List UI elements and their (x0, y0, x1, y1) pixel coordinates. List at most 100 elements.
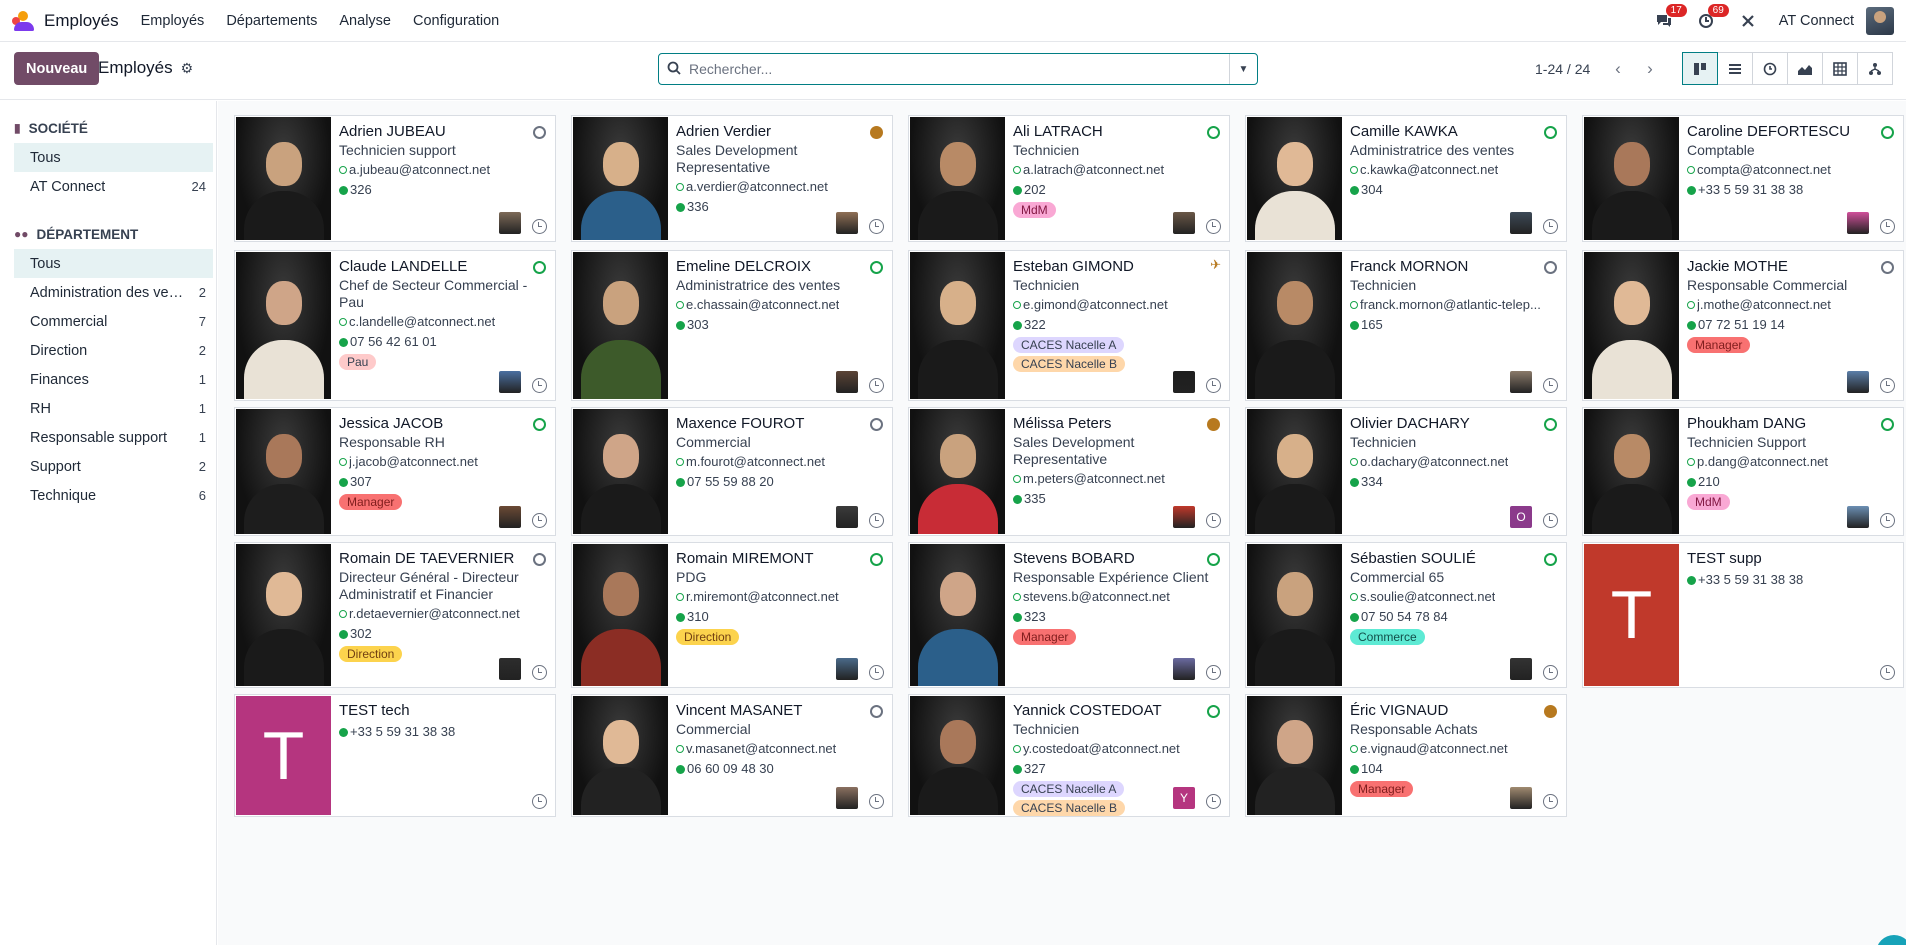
tools-icon[interactable] (1737, 10, 1759, 32)
pivot-view-icon[interactable] (1822, 52, 1858, 85)
employee-email[interactable]: c.landelle@atconnect.net (339, 313, 547, 331)
employee-card[interactable]: T TEST supp +33 5 59 31 38 38 (1582, 542, 1904, 688)
employee-card[interactable]: Camille KAWKA Administratrice des ventes c… (1245, 115, 1567, 242)
employee-phone[interactable]: 310 (676, 608, 884, 626)
search-input[interactable] (689, 61, 1229, 77)
manager-avatar[interactable] (836, 658, 858, 680)
employee-phone[interactable]: 104 (1350, 760, 1558, 778)
employee-email[interactable]: c.kawka@atconnect.net (1350, 161, 1558, 179)
employee-phone[interactable]: +33 5 59 31 38 38 (1687, 181, 1895, 199)
manager-avatar[interactable] (499, 212, 521, 234)
activity-clock-icon[interactable] (1206, 219, 1221, 234)
employee-email[interactable]: j.mothe@atconnect.net (1687, 296, 1895, 314)
employee-email[interactable]: r.detaevernier@atconnect.net (339, 605, 547, 623)
employee-phone[interactable]: 303 (676, 316, 884, 334)
list-view-icon[interactable] (1717, 52, 1753, 85)
activity-clock-icon[interactable] (869, 378, 884, 393)
employee-phone[interactable]: 323 (1013, 608, 1221, 626)
activity-clock-icon[interactable] (1880, 513, 1895, 528)
employee-phone[interactable]: 210 (1687, 473, 1895, 491)
pager-value[interactable]: 1-24 / 24 (1535, 61, 1590, 77)
manager-avatar[interactable] (1510, 658, 1532, 680)
employee-email[interactable]: a.jubeau@atconnect.net (339, 161, 547, 179)
employee-phone[interactable]: 165 (1350, 316, 1558, 334)
activity-clock-icon[interactable] (1206, 378, 1221, 393)
department-filter-support[interactable]: Support 2 (0, 452, 216, 481)
employee-card[interactable]: Olivier DACHARY Technicien o.dachary@atcon… (1245, 407, 1567, 536)
employee-card[interactable]: Franck MORNON Technicien franck.mornon@atl… (1245, 250, 1567, 401)
manager-avatar[interactable] (836, 506, 858, 528)
department-filter-administration[interactable]: Administration des ventes 2 (0, 278, 216, 307)
employee-card[interactable]: Stevens BOBARD Responsable Expérience Cli… (908, 542, 1230, 688)
employee-email[interactable]: s.soulie@atconnect.net (1350, 588, 1558, 606)
manager-avatar[interactable] (499, 371, 521, 393)
manager-avatar[interactable] (1510, 787, 1532, 809)
new-button[interactable]: Nouveau (14, 52, 100, 85)
department-filter-rh[interactable]: RH 1 (0, 394, 216, 423)
activity-clock-icon[interactable] (869, 794, 884, 809)
employee-card[interactable]: Éric VIGNAUD Responsable Achats e.vignaud@… (1245, 694, 1567, 817)
chat-icon[interactable]: 17 (1653, 4, 1687, 32)
menu-departements[interactable]: Départements (226, 13, 317, 29)
activity-clock-icon[interactable] (869, 665, 884, 680)
employee-phone[interactable]: 327 (1013, 760, 1221, 778)
manager-avatar[interactable]: O (1510, 506, 1532, 528)
employee-email[interactable]: m.peters@atconnect.net (1013, 470, 1221, 488)
activity-clock-icon[interactable] (1543, 378, 1558, 393)
activity-clock-icon[interactable] (532, 378, 547, 393)
department-filter-all[interactable]: Tous (14, 249, 213, 278)
employee-card[interactable]: Emeline DELCROIX Administratrice des vent… (571, 250, 893, 401)
employee-card[interactable]: Esteban GIMOND Technicien e.gimond@atconne… (908, 250, 1230, 401)
department-filter-responsable-support[interactable]: Responsable support 1 (0, 423, 216, 452)
company-switcher[interactable]: AT Connect (1779, 13, 1854, 29)
pager-next-icon[interactable]: › (1635, 53, 1665, 85)
employee-card[interactable]: Maxence FOUROT Commercial m.fourot@atconne… (571, 407, 893, 536)
employee-card[interactable]: Jackie MOTHE Responsable Commercial j.moth… (1582, 250, 1904, 401)
activity-clock-icon[interactable] (1543, 219, 1558, 234)
department-filter-direction[interactable]: Direction 2 (0, 336, 216, 365)
employee-email[interactable]: franck.mornon@atlantic-telep... (1350, 296, 1558, 314)
activity-clock-icon[interactable] (869, 513, 884, 528)
manager-avatar[interactable] (1847, 506, 1869, 528)
manager-avatar[interactable] (1847, 371, 1869, 393)
employee-card[interactable]: Vincent MASANET Commercial v.masanet@atcon… (571, 694, 893, 817)
department-filter-technique[interactable]: Technique 6 (0, 481, 216, 510)
employee-phone[interactable]: 326 (339, 181, 547, 199)
department-filter-commercial[interactable]: Commercial 7 (0, 307, 216, 336)
pager-previous-icon[interactable]: ‹ (1603, 53, 1633, 85)
employee-email[interactable]: a.verdier@atconnect.net (676, 178, 884, 196)
manager-avatar[interactable] (1847, 212, 1869, 234)
activity-clock-icon[interactable] (1880, 219, 1895, 234)
employee-email[interactable]: e.chassain@atconnect.net (676, 296, 884, 314)
employee-email[interactable]: compta@atconnect.net (1687, 161, 1895, 179)
activity-clock-icon[interactable] (532, 794, 547, 809)
employee-phone[interactable]: +33 5 59 31 38 38 (1687, 571, 1895, 589)
employee-phone[interactable]: 304 (1350, 181, 1558, 199)
manager-avatar[interactable] (499, 506, 521, 528)
employee-card[interactable]: Yannick COSTEDOAT Technicien y.costedoat@a… (908, 694, 1230, 817)
activity-clock-icon[interactable] (532, 219, 547, 234)
menu-analyse[interactable]: Analyse (339, 13, 391, 29)
activity-clock-icon[interactable] (1206, 665, 1221, 680)
employee-email[interactable]: p.dang@atconnect.net (1687, 453, 1895, 471)
employee-phone[interactable]: 202 (1013, 181, 1221, 199)
employee-email[interactable]: e.gimond@atconnect.net (1013, 296, 1221, 314)
employees-app-icon[interactable] (12, 9, 36, 33)
manager-avatar[interactable] (1173, 212, 1195, 234)
employee-email[interactable]: v.masanet@atconnect.net (676, 740, 884, 758)
manager-avatar[interactable] (499, 658, 521, 680)
kanban-view-icon[interactable] (1682, 52, 1718, 85)
menu-configuration[interactable]: Configuration (413, 13, 499, 29)
employee-card[interactable]: Adrien Verdier Sales Development Represen… (571, 115, 893, 242)
employee-phone[interactable]: 06 60 09 48 30 (676, 760, 884, 778)
employee-card[interactable]: Phoukham DANG Technicien Support p.dang@at… (1582, 407, 1904, 536)
employee-phone[interactable]: 307 (339, 473, 547, 491)
employee-email[interactable]: a.latrach@atconnect.net (1013, 161, 1221, 179)
gear-icon[interactable]: ⚙ (181, 60, 194, 77)
user-avatar[interactable] (1866, 7, 1894, 35)
employee-phone[interactable]: 07 50 54 78 84 (1350, 608, 1558, 626)
activity-clock-icon[interactable] (1880, 378, 1895, 393)
employee-email[interactable]: r.miremont@atconnect.net (676, 588, 884, 606)
activity-clock-icon[interactable] (1543, 513, 1558, 528)
employee-card[interactable]: Caroline DEFORTESCU Comptable compta@atcon… (1582, 115, 1904, 242)
